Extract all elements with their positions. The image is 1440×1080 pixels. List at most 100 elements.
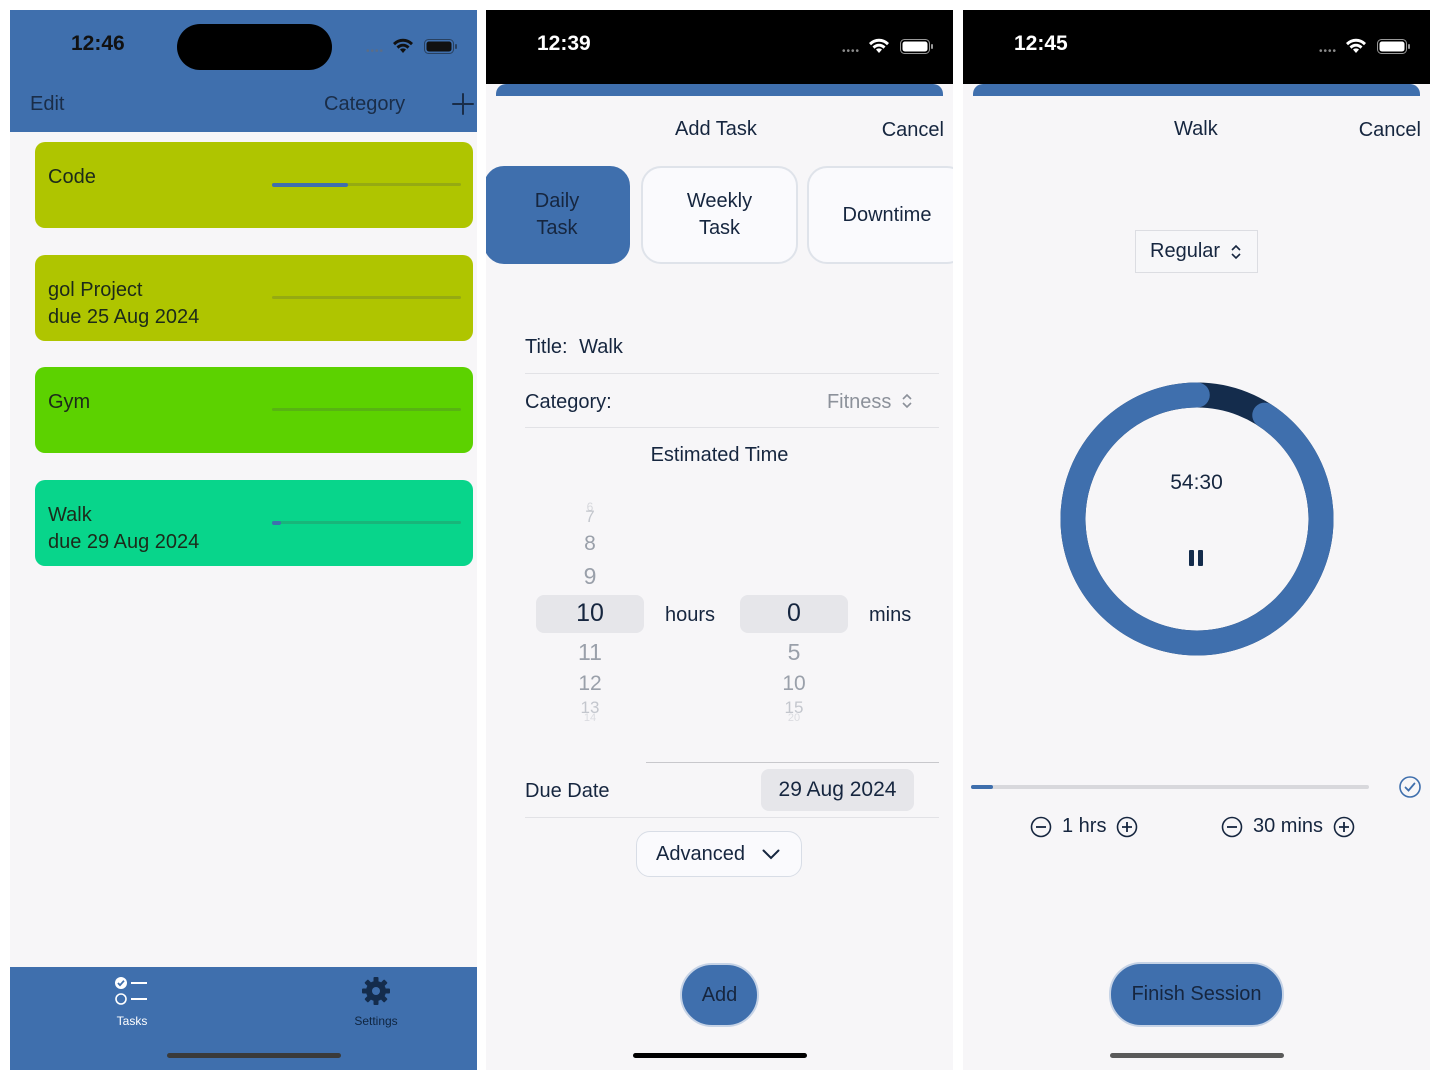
divider (646, 762, 939, 763)
downtime-segment[interactable]: Downtime (807, 166, 953, 264)
status-time: 12:39 (537, 32, 591, 55)
status-time: 12:45 (1014, 32, 1068, 55)
advanced-label: Advanced (656, 843, 745, 865)
category-value: Fitness (826, 391, 892, 413)
divider (525, 817, 939, 818)
hours-value: 1 hrs (1062, 815, 1107, 837)
checklist-icon (115, 977, 147, 1005)
daily-task-label: Daily Task (534, 190, 580, 239)
wheel-item: 8 (584, 532, 596, 555)
plus-circle-icon[interactable] (1116, 816, 1138, 838)
add-button[interactable]: Add (680, 963, 759, 1027)
cancel-button[interactable]: Cancel (1359, 119, 1421, 142)
status-bar: 12:46 •••• (10, 10, 477, 84)
signal-icon: •••• (841, 46, 860, 57)
wheel-item: 20 (787, 712, 801, 724)
category-row: Category: Fitness (525, 391, 939, 414)
status-bar: 12:45 •••• (963, 10, 1430, 84)
session-progress-bar (971, 785, 1369, 789)
ring-progress (1060, 382, 1334, 656)
wheel-item: 10 (782, 672, 806, 695)
mode-value: Regular (1150, 240, 1221, 262)
title-label: Title: (525, 336, 568, 358)
edit-button[interactable]: Edit (30, 93, 64, 116)
finish-session-button[interactable]: Finish Session (1109, 962, 1284, 1027)
divider (525, 373, 939, 374)
task-card-walk[interactable]: Walk due 29 Aug 2024 (35, 480, 473, 566)
category-picker[interactable]: Fitness (827, 391, 913, 414)
wheel-item: 14 (583, 712, 597, 724)
mins-wheel[interactable]: 0 5 10 15 20 (740, 500, 848, 724)
estimated-time-label: Estimated Time (650, 444, 789, 466)
task-title: Code (48, 166, 96, 188)
gear-icon (362, 977, 390, 1005)
battery-icon (1377, 39, 1410, 54)
wheel-item: 7 (585, 507, 595, 526)
task-title: Walk (48, 504, 92, 526)
session-progress-fill (971, 785, 993, 789)
task-progress (272, 408, 461, 411)
wifi-icon (1346, 38, 1366, 53)
chevron-up-down-icon (902, 393, 912, 409)
wheel-item: 5 (787, 639, 801, 665)
task-title: Gym (48, 391, 91, 413)
signal-icon: •••• (1318, 46, 1337, 57)
mins-selected: 0 (787, 599, 801, 627)
timer-screen: 12:45 •••• Walk Cancel Regular 54:30 1 h… (963, 10, 1430, 1070)
checkmark-circle-icon[interactable] (1398, 775, 1422, 799)
title-field[interactable]: Title: Walk (525, 336, 939, 359)
task-list-screen: 12:46 •••• Edit Category Code gol Projec… (10, 10, 477, 1070)
task-due: due 25 Aug 2024 (48, 306, 200, 328)
mode-picker[interactable]: Regular (1135, 230, 1258, 273)
status-time: 12:46 (71, 32, 125, 55)
title-value: Walk (579, 336, 623, 358)
chevron-down-icon (762, 849, 780, 860)
cancel-button[interactable]: Cancel (882, 119, 944, 142)
hours-unit: hours (665, 604, 716, 626)
tab-settings-label: Settings (354, 1014, 398, 1028)
wifi-icon (869, 38, 889, 53)
minus-circle-icon[interactable] (1221, 816, 1243, 838)
minus-circle-icon[interactable] (1030, 816, 1052, 838)
mins-value: 30 mins (1253, 815, 1324, 837)
divider (525, 427, 939, 428)
wheel-item: 9 (583, 563, 597, 589)
weekly-task-segment[interactable]: Weekly Task (641, 166, 798, 264)
pause-icon[interactable] (1187, 549, 1205, 567)
home-indicator (167, 1053, 341, 1058)
task-card-gym[interactable]: Gym (35, 367, 473, 453)
status-bar: 12:39 •••• (486, 10, 953, 84)
task-card-code[interactable]: Code (35, 142, 473, 228)
category-label: Category: (525, 391, 612, 413)
tab-tasks[interactable]: Tasks (87, 975, 177, 1028)
signal-icon: •••• (365, 46, 384, 57)
mins-unit: mins (869, 604, 912, 626)
category-button[interactable]: Category (324, 93, 405, 116)
add-icon[interactable] (451, 92, 475, 116)
timer-display: 54:30 (1170, 471, 1223, 494)
due-date-picker[interactable]: 29 Aug 2024 (761, 769, 914, 811)
task-progress (272, 520, 461, 525)
downtime-label: Downtime (842, 203, 932, 226)
battery-icon (900, 39, 933, 54)
tab-settings[interactable]: Settings (331, 975, 421, 1028)
hours-stepper: 1 hrs (1030, 815, 1138, 838)
advanced-button[interactable]: Advanced (636, 831, 802, 877)
hours-wheel[interactable]: 6 7 8 9 10 11 12 13 14 (536, 500, 644, 724)
task-title: Walk (1174, 118, 1218, 140)
wheel-item: 11 (578, 639, 602, 665)
daily-task-segment[interactable]: Daily Task (486, 166, 630, 264)
sheet-title: Add Task (675, 118, 757, 140)
task-progress (272, 182, 461, 187)
add-task-screen: 12:39 •••• Add Task Cancel Daily Task We… (486, 10, 953, 1070)
weekly-task-label: Weekly Task (686, 190, 753, 239)
wifi-icon (393, 38, 413, 53)
battery-icon (424, 39, 457, 54)
plus-circle-icon[interactable] (1333, 816, 1355, 838)
home-indicator (1110, 1053, 1284, 1058)
home-indicator (633, 1053, 807, 1058)
task-progress (272, 296, 461, 299)
timer-ring (1060, 382, 1334, 656)
task-card-gol-project[interactable]: gol Project due 25 Aug 2024 (35, 255, 473, 341)
tab-tasks-label: Tasks (116, 1014, 148, 1028)
